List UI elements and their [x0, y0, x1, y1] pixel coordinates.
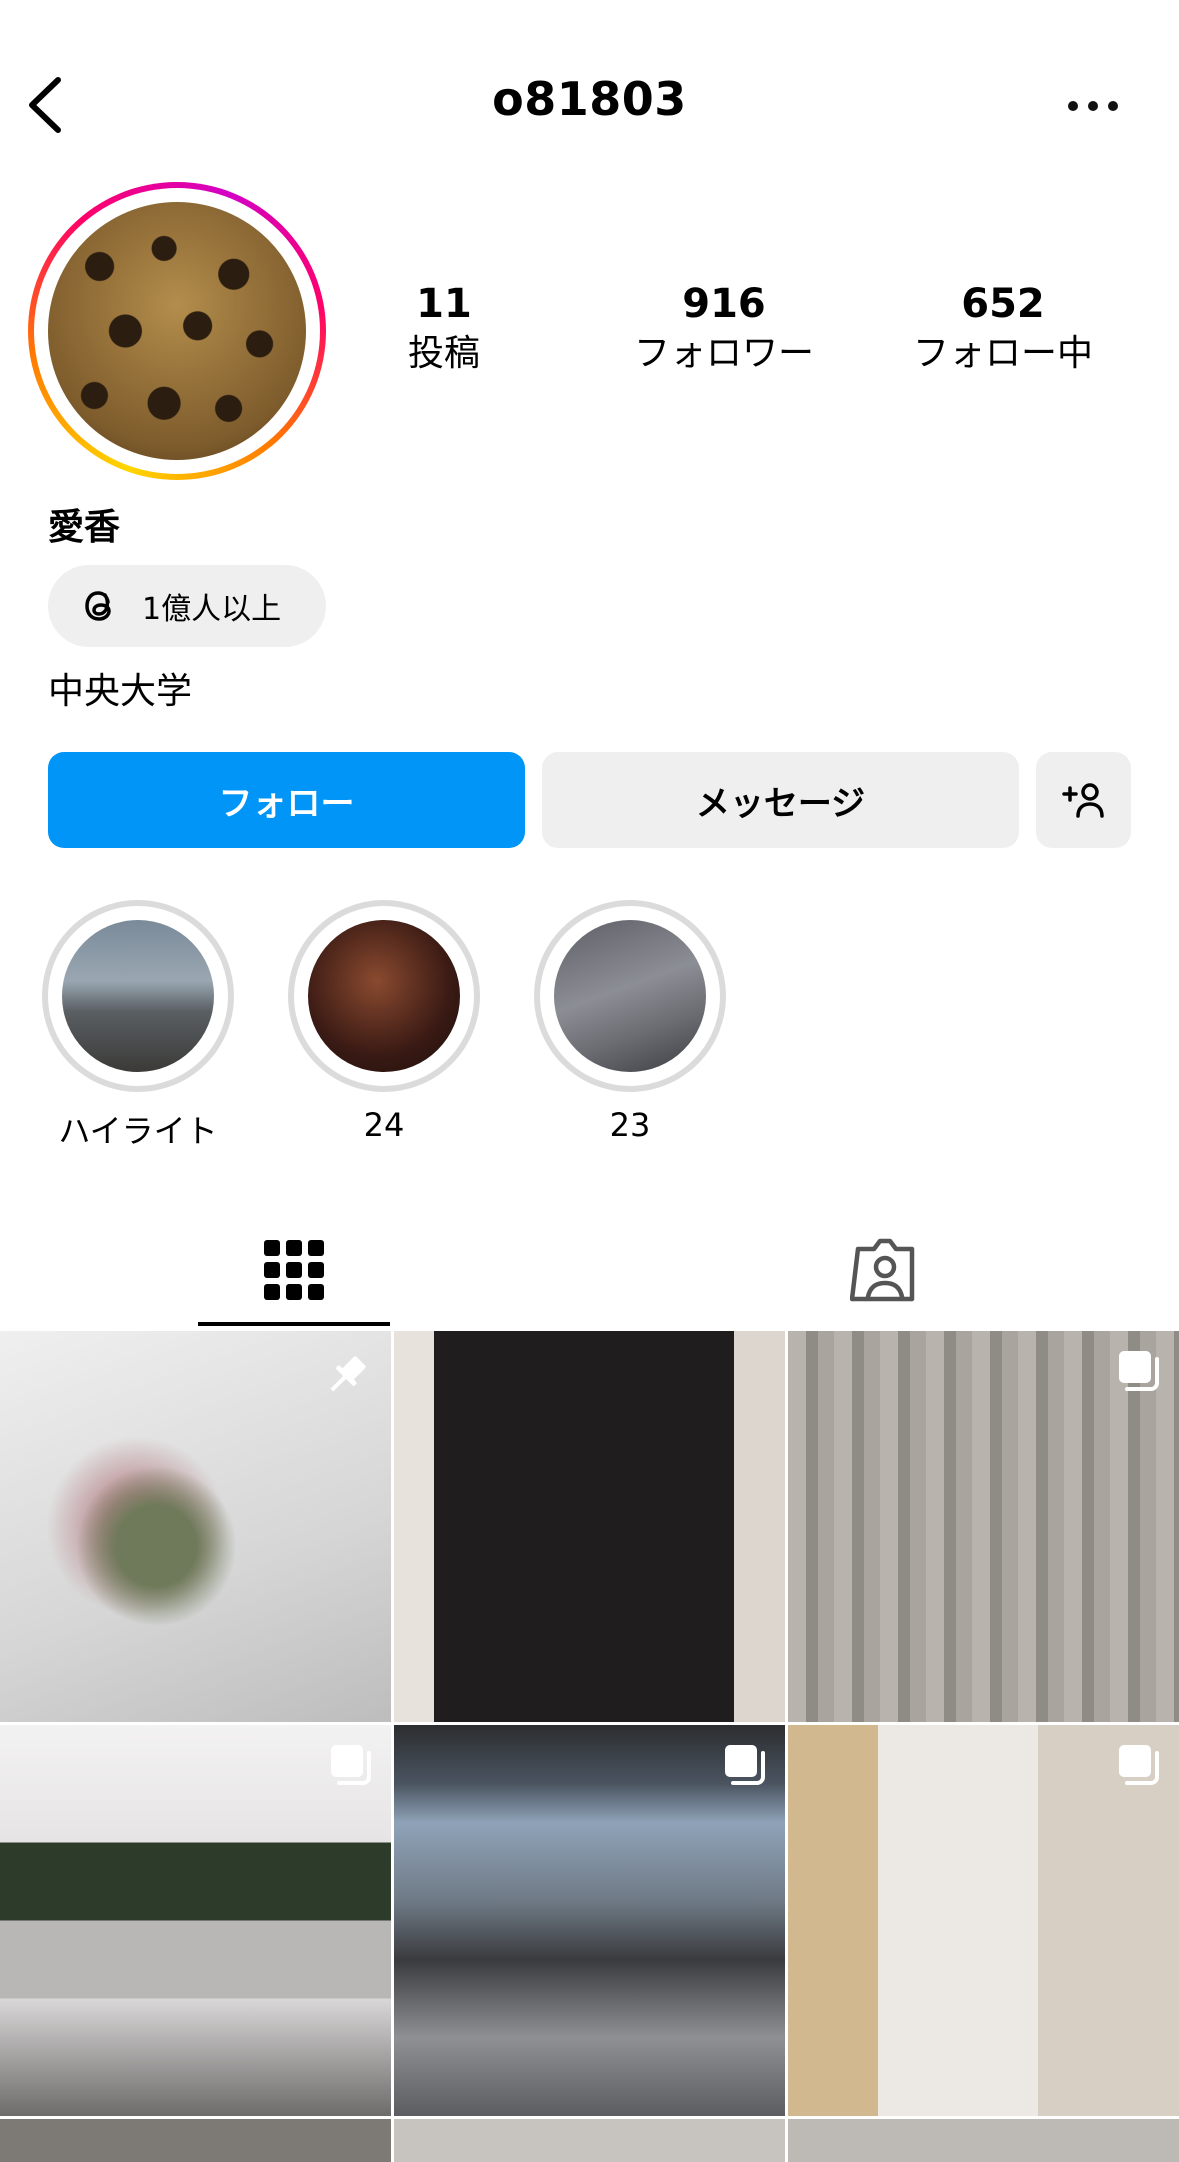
tab-tagged[interactable]	[789, 1210, 981, 1330]
highlight-label: ハイライト	[58, 1112, 218, 1150]
following-count[interactable]: 652 フォロー中	[893, 278, 1113, 378]
pin-icon	[330, 1356, 366, 1392]
post-thumbnail[interactable]	[788, 1725, 1179, 2116]
highlight-item[interactable]: ハイライト	[38, 900, 238, 1152]
post-thumbnail[interactable]	[394, 2119, 785, 2162]
display-name: 愛香	[48, 507, 121, 548]
carousel-icon	[1119, 1745, 1159, 1785]
follow-button[interactable]: フォロー	[48, 752, 525, 848]
threads-badge-label: 1億人以上	[142, 592, 282, 627]
active-tab-indicator	[198, 1322, 390, 1326]
threads-icon	[85, 591, 111, 621]
more-horizontal-icon	[1068, 101, 1078, 111]
highlight-label: 23	[609, 1106, 651, 1144]
bio-text: 中央大学	[48, 671, 193, 712]
message-button[interactable]: メッセージ	[542, 752, 1019, 848]
highlight-item[interactable]: 24	[284, 900, 484, 1144]
profile-avatar[interactable]	[28, 182, 326, 480]
highlight-cover	[62, 920, 214, 1072]
posts-count[interactable]: 11 投稿	[334, 278, 554, 378]
carousel-icon	[1119, 1351, 1159, 1391]
carousel-icon	[725, 1745, 765, 1785]
post-thumbnail[interactable]	[788, 1331, 1179, 1722]
avatar-image	[48, 202, 306, 460]
profile-username: o81803	[492, 72, 687, 126]
post-thumbnail[interactable]	[394, 1725, 785, 2116]
post-thumbnail[interactable]	[0, 1331, 391, 1722]
post-thumbnail[interactable]	[394, 1331, 785, 1722]
tagged-person-icon	[850, 1238, 915, 1302]
highlight-item[interactable]: 23	[530, 900, 730, 1144]
carousel-icon	[331, 1745, 371, 1785]
followers-count[interactable]: 916 フォロワー	[614, 278, 834, 378]
post-thumbnail[interactable]	[788, 2119, 1179, 2162]
tab-posts-grid[interactable]	[198, 1210, 390, 1330]
suggest-user-button[interactable]	[1036, 752, 1131, 848]
grid-icon	[264, 1240, 324, 1300]
more-options-button[interactable]	[1068, 94, 1118, 118]
highlight-cover	[308, 920, 460, 1072]
person-add-icon	[1061, 783, 1104, 818]
highlight-label: 24	[363, 1106, 405, 1144]
post-thumbnail[interactable]	[0, 1725, 391, 2116]
highlight-cover	[554, 920, 706, 1072]
threads-badge[interactable]: 1億人以上	[48, 565, 326, 647]
post-thumbnail[interactable]	[0, 2119, 391, 2162]
